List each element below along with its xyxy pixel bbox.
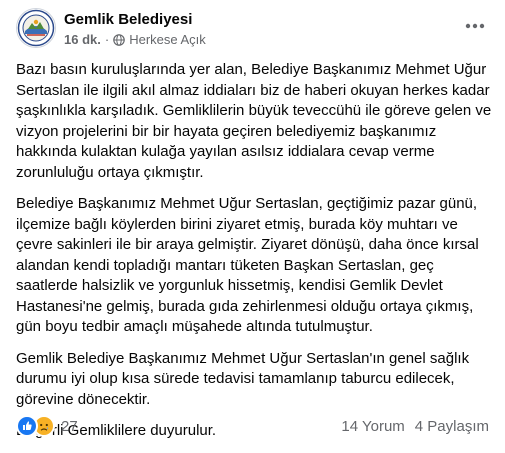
comment-count-link[interactable]: 14 Yorum — [341, 418, 404, 435]
municipality-seal-icon — [17, 9, 55, 47]
post-paragraph: Gemlik Belediye Başkanımız Mehmet Uğur S… — [16, 349, 470, 408]
page-name[interactable]: Gemlik Belediyesi — [64, 11, 192, 28]
post-footer: 27 14 Yorum 4 Paylaşım — [16, 414, 489, 438]
like-icon — [16, 415, 38, 437]
facebook-post: Gemlik Belediyesi 16 dk. · Herkese Açık … — [0, 0, 505, 452]
post-paragraph: Belediye Başkanımız Mehmet Uğur Sertasla… — [16, 195, 479, 335]
more-options-button[interactable] — [461, 14, 489, 38]
globe-icon — [113, 33, 126, 46]
reactions-summary[interactable]: 27 — [16, 415, 78, 437]
post-header: Gemlik Belediyesi 16 dk. · Herkese Açık — [16, 8, 489, 52]
post-paragraph: Bazı basın kuruluşlarında yer alan, Bele… — [16, 61, 492, 181]
post-meta: 16 dk. · Herkese Açık — [64, 32, 206, 47]
audience-label: Herkese Açık — [129, 32, 206, 47]
page-avatar[interactable] — [16, 8, 56, 48]
post-time[interactable]: 16 dk. — [64, 32, 101, 47]
share-count-link[interactable]: 4 Paylaşım — [415, 418, 489, 435]
post-body: Bazı basın kuruluşlarında yer alan, Bele… — [16, 60, 492, 453]
post-stats: 14 Yorum 4 Paylaşım — [341, 418, 489, 435]
reaction-count: 27 — [61, 417, 78, 435]
meta-separator: · — [104, 32, 110, 47]
more-horizontal-icon — [465, 23, 485, 29]
